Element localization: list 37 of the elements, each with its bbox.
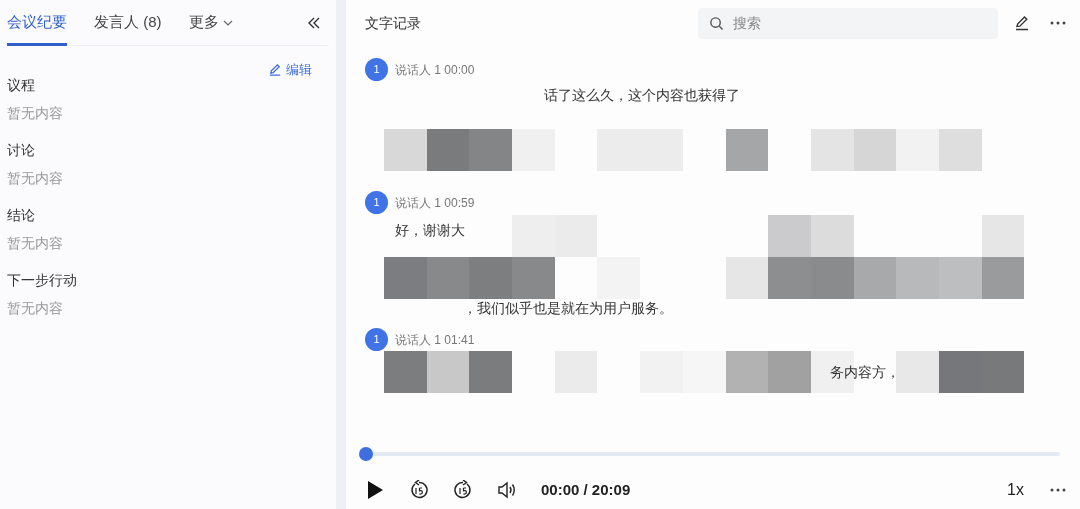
chevron-down-icon [222, 19, 233, 26]
transcript-text: ，我们似乎也是就在为用户服务。 [463, 299, 673, 318]
more-icon[interactable] [1050, 21, 1066, 25]
search-icon [709, 15, 724, 31]
speaker-label: 说话人 1 00:00 [395, 61, 475, 79]
play-icon[interactable] [366, 480, 384, 500]
empty-text: 暂无内容 [7, 168, 64, 188]
more-icon[interactable] [1050, 488, 1066, 492]
transcript-text: 好，谢谢大 [395, 221, 465, 240]
speaker-label: 说话人 1 01:41 [395, 331, 475, 349]
tab[interactable]: 更多 [188, 0, 233, 46]
forward-15-icon[interactable] [453, 480, 473, 500]
speaker-label: 说话人 1 00:59 [395, 194, 475, 212]
tab[interactable]: 会议纪要 [7, 0, 67, 46]
search-field[interactable]: 搜索 [698, 7, 998, 39]
speaker-avatar: 1 [365, 191, 388, 214]
playback-time: 00:00 / 20:09 [541, 479, 631, 500]
rewind-15-icon[interactable] [409, 480, 429, 500]
pencil-icon [269, 63, 282, 77]
edit-link[interactable]: 编辑 [269, 60, 312, 80]
transcript-text: 话了这么久，这个内容也获得了 [544, 86, 740, 105]
empty-text: 暂无内容 [7, 103, 64, 123]
empty-text: 暂无内容 [7, 298, 64, 318]
volume-icon[interactable] [497, 481, 517, 499]
section-title: 讨论 [7, 140, 36, 160]
collapse-icon[interactable] [307, 16, 321, 29]
tab[interactable]: 发言人 (8) [94, 0, 162, 46]
section-title: 下一步行动 [7, 270, 78, 290]
panel-title: 文字记录 [365, 13, 421, 33]
speed-button[interactable]: 1x [1007, 478, 1024, 502]
pencil-icon[interactable] [1014, 15, 1030, 31]
transcript-text: 务内容方， [830, 363, 900, 382]
speaker-avatar: 1 [365, 328, 388, 351]
speaker-avatar: 1 [365, 58, 388, 81]
empty-text: 暂无内容 [7, 233, 64, 253]
section-title: 议程 [7, 75, 36, 95]
section-title: 结论 [7, 205, 36, 225]
